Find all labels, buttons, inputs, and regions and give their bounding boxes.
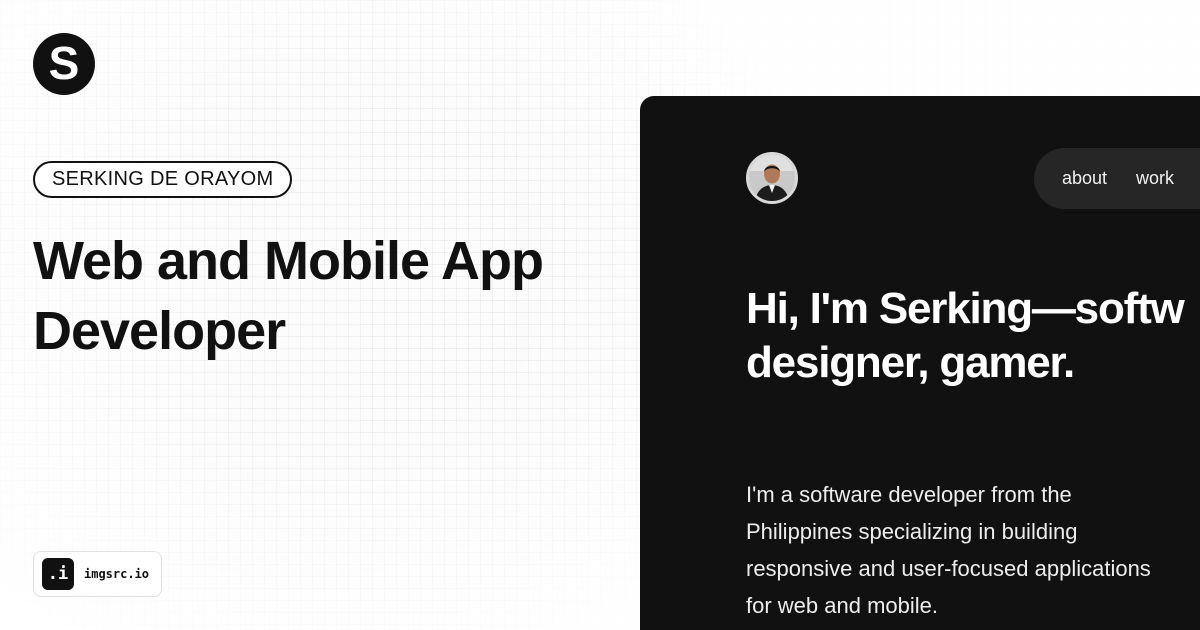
hero-heading: Hi, I'm Serking—softw designer, gamer. (746, 282, 1200, 390)
nav-pill: about work (1034, 148, 1200, 209)
logo-letter: S (48, 36, 80, 89)
page-title: Web and Mobile App Developer (33, 226, 633, 366)
imgsrc-logo-icon: .i (42, 558, 74, 590)
hero-line-2: designer, gamer. (746, 338, 1075, 387)
intro-line-1: I'm a software developer from the (746, 482, 1072, 507)
og-card: S SERKING DE ORAYOM Web and Mobile App D… (0, 0, 1200, 630)
imgsrc-label: imgsrc.io (84, 567, 150, 581)
intro-line-2: Philippines specializing in building (746, 519, 1078, 544)
hero-line-1: Hi, I'm Serking—softw (746, 284, 1185, 333)
intro-paragraph: I'm a software developer from the Philip… (746, 476, 1200, 624)
title-line-1: Web and Mobile App (33, 231, 544, 291)
intro-line-3: responsive and user-focused applications (746, 556, 1151, 581)
nav-link-about[interactable]: about (1062, 168, 1107, 189)
imgsrc-badge: .i imgsrc.io (33, 551, 163, 597)
author-name-pill: SERKING DE ORAYOM (33, 161, 293, 198)
title-line-2: Developer (33, 301, 286, 361)
intro-line-4: for web and mobile. (746, 593, 938, 618)
nav-link-work[interactable]: work (1136, 168, 1174, 189)
website-preview: about work Hi, I'm Serking—softw designe… (640, 96, 1200, 630)
avatar-photo (749, 155, 795, 201)
site-logo: S (33, 33, 95, 95)
avatar[interactable] (746, 152, 798, 204)
